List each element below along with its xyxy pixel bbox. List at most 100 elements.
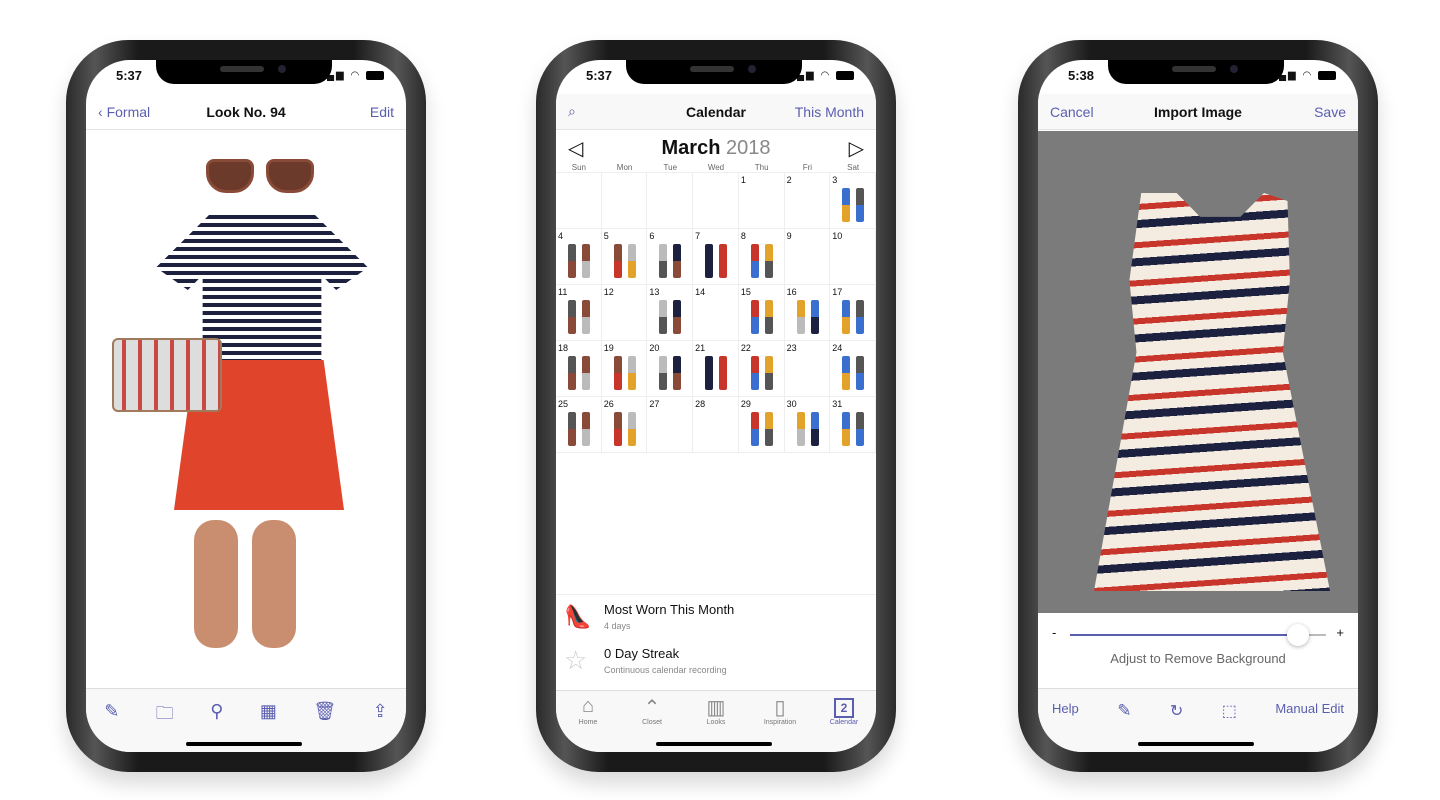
day-number: 21 — [695, 343, 706, 353]
calendar-day[interactable]: 24 — [830, 341, 876, 397]
calendar-day[interactable]: 19 — [601, 341, 648, 397]
calendar-empty-cell — [556, 173, 602, 229]
status-time: 5:38 — [1068, 68, 1095, 83]
outfit-thumbnail — [796, 300, 805, 334]
nav-bar: ⌕ Calendar This Month — [556, 94, 876, 130]
compose-icon[interactable]: ✎ — [104, 701, 119, 722]
calendar-empty-cell — [601, 173, 648, 229]
calendar-day[interactable]: 22 — [738, 341, 785, 397]
calendar-day[interactable]: 17 — [830, 285, 876, 341]
image-canvas[interactable] — [1038, 131, 1358, 613]
slider-thumb[interactable] — [1287, 624, 1310, 646]
tab-label: Looks — [706, 719, 726, 726]
calendar-day[interactable]: 10 — [830, 229, 876, 285]
compose-icon[interactable]: ✎ — [1117, 701, 1131, 721]
calendar-day[interactable]: 14 — [693, 285, 739, 341]
stat-streak[interactable]: ☆ 0 Day Streak Continuous calendar record… — [556, 638, 876, 682]
outfit-thumbnail — [750, 412, 759, 446]
notch — [156, 60, 332, 84]
background-slider[interactable]: - + — [1050, 624, 1346, 646]
calendar-day[interactable]: 23 — [784, 341, 831, 397]
trash-icon[interactable]: 🗑 — [313, 701, 336, 722]
help-button[interactable]: Help — [1052, 701, 1079, 716]
select-icon[interactable]: ⬚ — [1222, 701, 1237, 721]
outfit-thumbnail — [764, 412, 773, 446]
day-number: 8 — [740, 231, 746, 241]
calendar-day[interactable]: 28 — [693, 397, 739, 453]
stat-most-worn[interactable]: 👠 Most Worn This Month 4 days — [556, 594, 876, 638]
manual-edit-button[interactable]: Manual Edit — [1275, 701, 1344, 716]
calendar-day[interactable]: 26 — [601, 397, 648, 453]
calendar-day[interactable]: 21 — [693, 341, 739, 397]
day-number: 11 — [558, 287, 568, 297]
looks-icon: ▥ — [706, 697, 726, 719]
tab-calendar[interactable]: 2 Calendar — [819, 695, 869, 752]
calendar-day[interactable]: 18 — [556, 341, 602, 397]
nav-bar: ‹ Formal Look No. 94 Edit — [86, 94, 406, 130]
day-number: 14 — [695, 287, 706, 297]
weekday-label: Tue — [663, 163, 678, 172]
outfit-thumbnail — [568, 412, 576, 446]
weekday-header: Sun Mon Tue Wed Thu Fri Sat — [556, 163, 876, 172]
calendar-day[interactable]: 25 — [556, 397, 602, 453]
day-number: 7 — [695, 231, 701, 241]
calendar-day[interactable]: 16 — [784, 285, 831, 341]
calendar-day[interactable]: 5 — [601, 229, 648, 285]
outfit-thumbnail — [842, 300, 851, 334]
save-button[interactable]: Save — [1314, 104, 1346, 120]
weekday-label: Mon — [616, 163, 633, 172]
prev-month-icon[interactable]: ◁ — [568, 136, 583, 161]
calendar-day[interactable]: 9 — [784, 229, 831, 285]
tab-home[interactable]: ⌂ Home — [563, 695, 613, 752]
outfit-icon[interactable]: ⚲ — [210, 701, 223, 722]
sunglasses-image — [206, 155, 314, 195]
outfit-thumbnail — [842, 188, 851, 222]
outfit-thumbnail — [705, 244, 714, 278]
this-month-button[interactable]: This Month — [795, 104, 864, 120]
calendar-day[interactable]: 30 — [784, 397, 831, 453]
outfit-thumbnail — [568, 244, 576, 278]
calendar-day[interactable]: 20 — [647, 341, 694, 397]
calendar-day[interactable]: 11 — [556, 285, 602, 341]
calendar-grid: 1 2 3 4 5 6 7 8 9 10 11 12 13 14 15 16 17 18 19 20 21 22 23 24 2… — [556, 172, 876, 453]
calendar-day[interactable]: 2 — [784, 173, 831, 229]
outfit-thumbnail — [568, 356, 576, 390]
outfit-thumbnail — [582, 412, 590, 446]
calendar-day[interactable]: 29 — [738, 397, 785, 453]
calendar-day[interactable]: 12 — [601, 285, 648, 341]
calendar-day[interactable]: 27 — [647, 397, 694, 453]
day-number: 1 — [740, 175, 746, 185]
phone-look: 5:37 ▂▄▆ ◠ ‹ Formal Look No. 94 Edit ✎ 🗀… — [66, 40, 426, 772]
weekday-label: Fri — [802, 163, 813, 172]
slider-hint: Adjust to Remove Background — [1110, 651, 1286, 666]
calendar-day[interactable]: 4 — [556, 229, 602, 285]
day-number: 15 — [740, 287, 751, 297]
outfit-thumbnail — [842, 356, 851, 390]
stat-title: 0 Day Streak — [604, 645, 680, 661]
calendar-day[interactable]: 13 — [647, 285, 694, 341]
cancel-button[interactable]: Cancel — [1050, 104, 1094, 120]
outfit-thumbnail — [613, 244, 622, 278]
outfit-thumbnail — [810, 300, 819, 334]
calendar-day[interactable]: 1 — [738, 173, 785, 229]
calendar-icon[interactable]: ▦ — [260, 701, 277, 722]
shoe-icon: 👠 — [564, 603, 592, 629]
calendar-day[interactable]: 31 — [830, 397, 876, 453]
calendar-day[interactable]: 7 — [693, 229, 739, 285]
edit-button[interactable]: Edit — [370, 104, 394, 120]
calendar-day[interactable]: 8 — [738, 229, 785, 285]
calendar-empty-cell — [693, 173, 739, 229]
calendar-day[interactable]: 15 — [738, 285, 785, 341]
outfit-thumbnail — [568, 300, 576, 334]
search-icon[interactable]: ⌕ — [568, 103, 576, 120]
outfit-thumbnail — [613, 412, 622, 446]
screen: 5:38 ▂▄▆ ◠ Cancel Import Image Save - + … — [1038, 60, 1358, 752]
rotate-icon[interactable]: ↻ — [1170, 701, 1183, 721]
calendar-day[interactable]: 6 — [647, 229, 694, 285]
folder-icon[interactable]: 🗀 — [156, 701, 174, 731]
back-button[interactable]: ‹ Formal — [98, 104, 150, 120]
next-month-icon[interactable]: ▷ — [849, 136, 864, 161]
calendar-day[interactable]: 3 — [830, 173, 876, 229]
day-number: 12 — [603, 287, 614, 297]
share-icon[interactable]: ⇪ — [373, 701, 388, 722]
